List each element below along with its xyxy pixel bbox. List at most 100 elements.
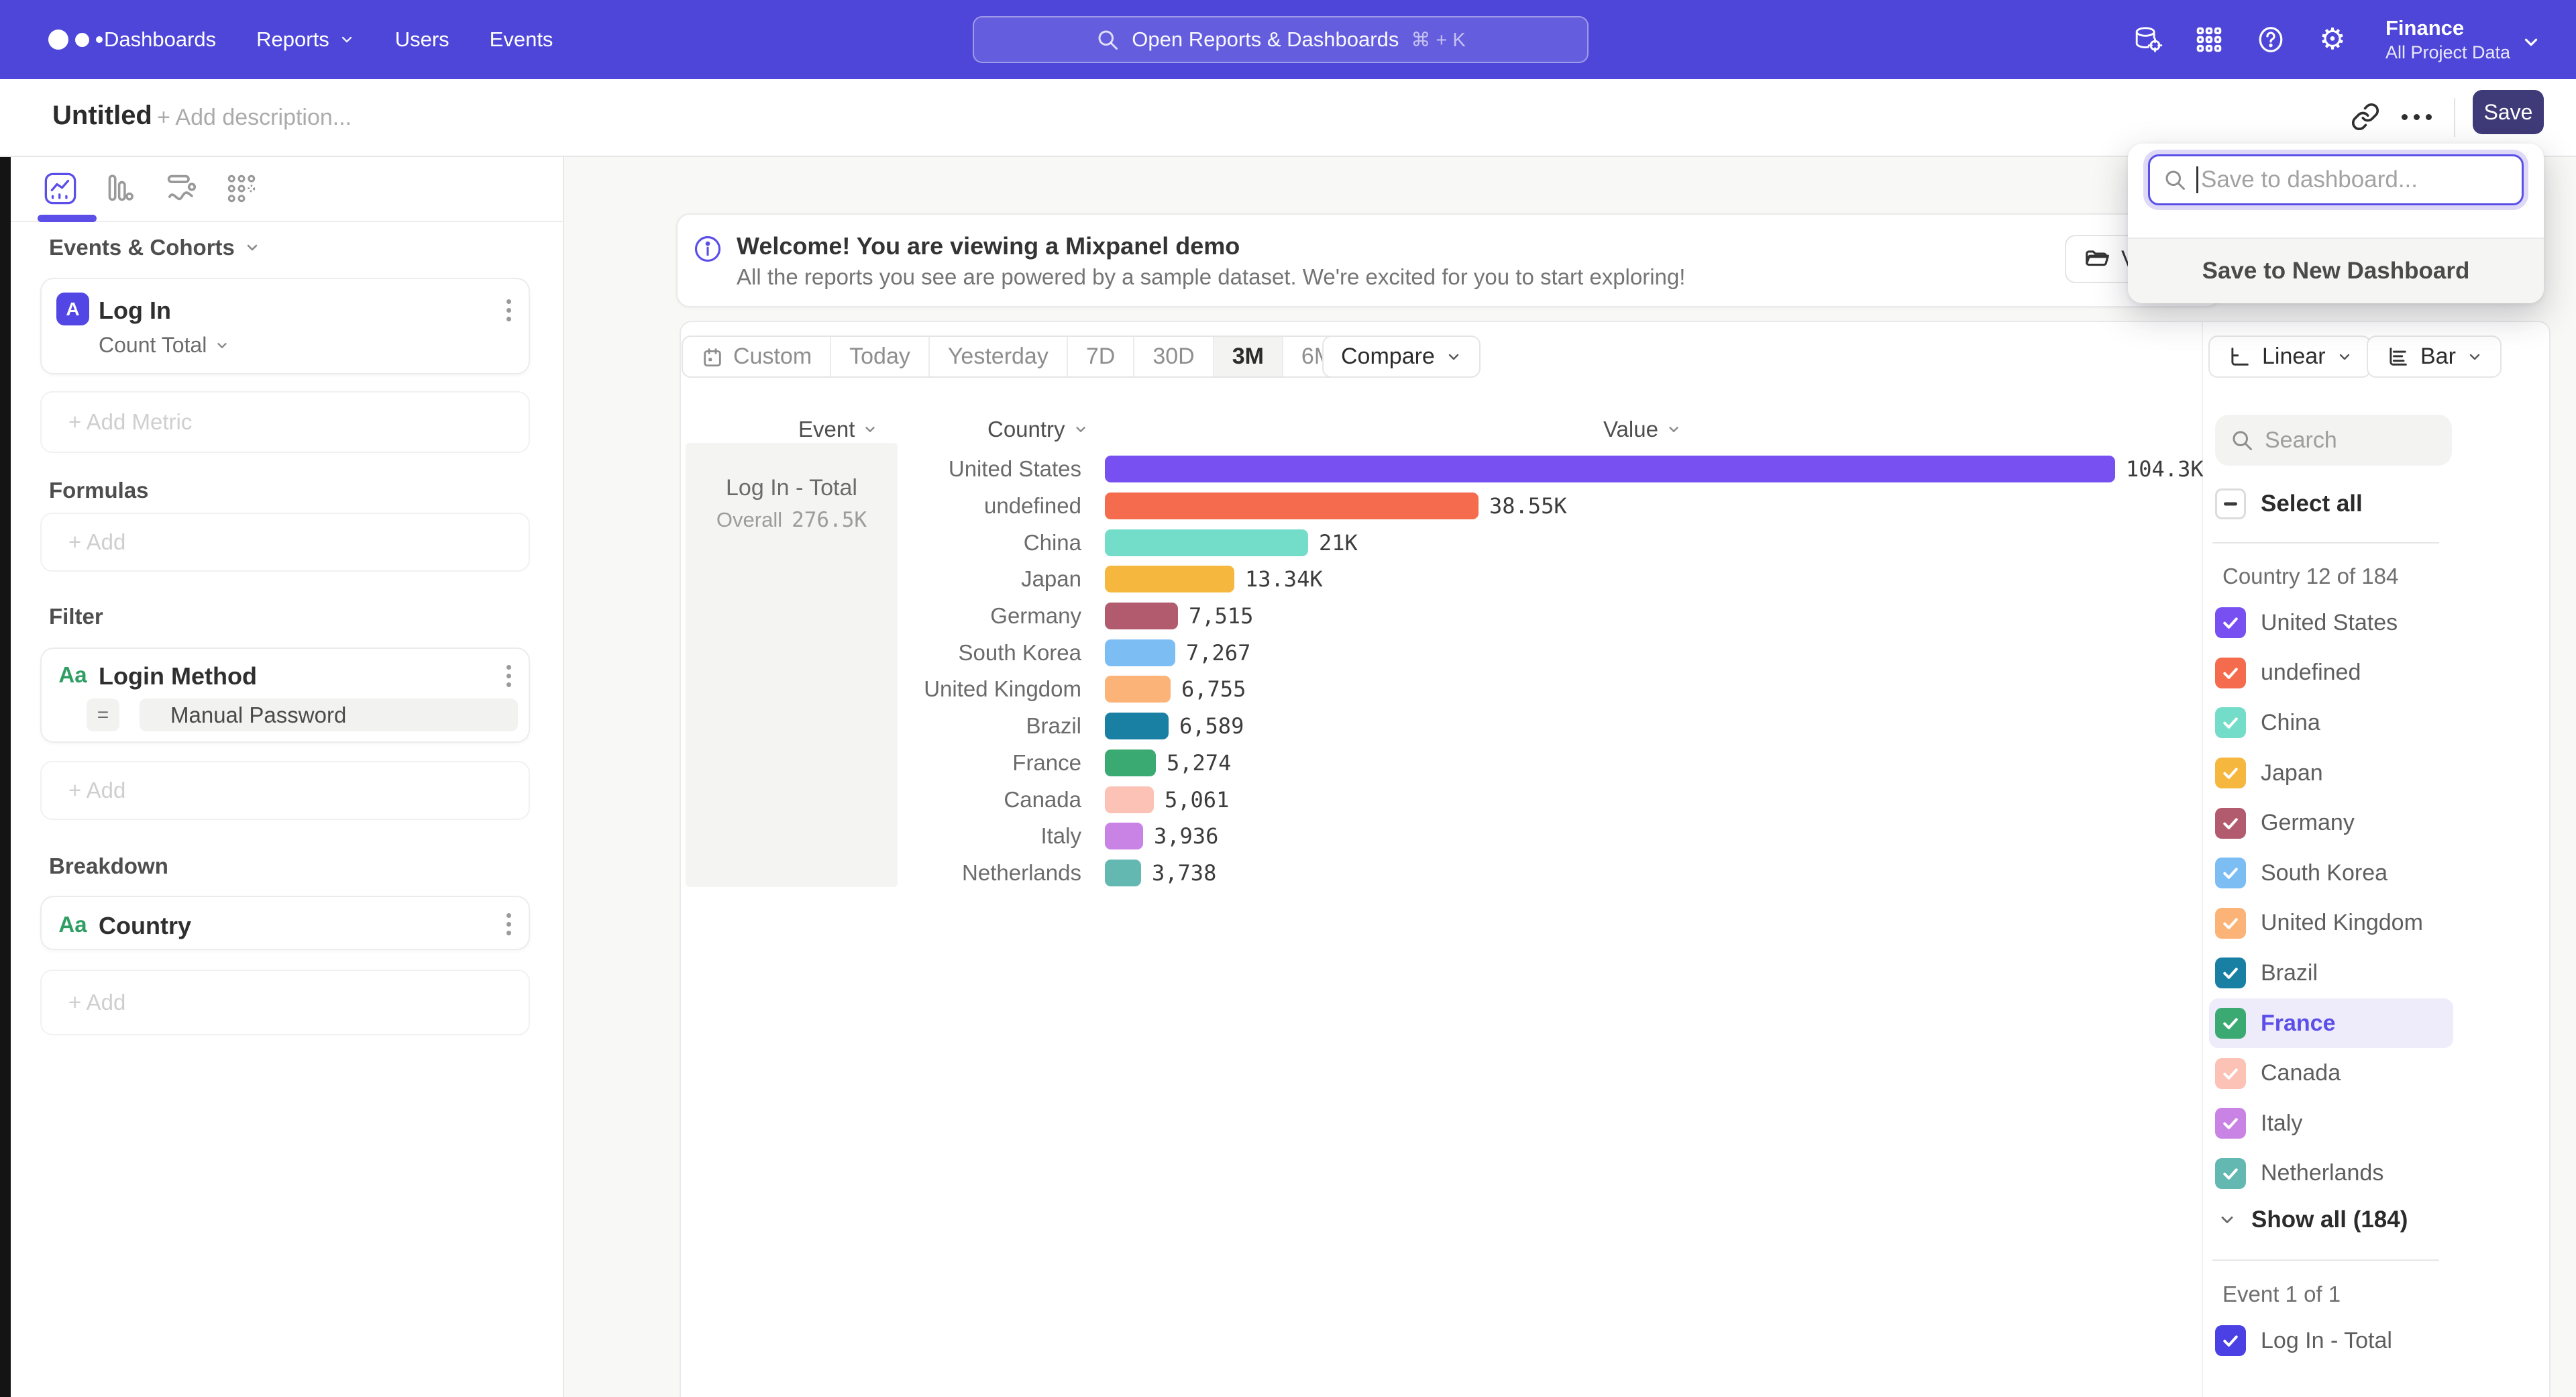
country-checkbox-row[interactable]: Canada xyxy=(2209,1048,2453,1098)
country-checkbox-row[interactable]: China xyxy=(2209,698,2453,748)
global-search-bar[interactable]: Open Reports & Dashboards ⌘ + K xyxy=(973,16,1589,63)
date-range-segment[interactable]: 30D xyxy=(1134,337,1214,376)
checkbox-checked[interactable] xyxy=(2215,1325,2246,1356)
bar-value-label: 13.34K xyxy=(1245,566,1323,592)
breakdown-kebab-icon[interactable] xyxy=(506,913,511,935)
apps-grid-icon[interactable] xyxy=(2194,24,2224,55)
select-all-row[interactable]: Select all xyxy=(2215,488,2363,519)
metric-kebab-icon[interactable] xyxy=(506,299,511,321)
chart-type-dropdown[interactable]: Bar xyxy=(2367,335,2502,378)
nav-menu-item[interactable]: Dashboards xyxy=(104,28,216,52)
filter-value-dropdown[interactable]: Manual Password xyxy=(140,698,518,731)
checkbox-checked[interactable] xyxy=(2215,858,2246,888)
country-checkbox-row[interactable]: Brazil xyxy=(2209,948,2453,998)
tab-insights[interactable] xyxy=(38,166,83,211)
mixpanel-logo-icon[interactable] xyxy=(48,0,103,79)
country-checkbox-row[interactable]: Italy xyxy=(2209,1098,2453,1149)
filter-card-login-method[interactable]: Aa Login Method = Manual Password xyxy=(40,648,530,743)
checkbox-checked[interactable] xyxy=(2215,1008,2246,1039)
column-header-country[interactable]: Country xyxy=(987,417,1088,442)
date-range-segment[interactable]: Custom xyxy=(683,337,831,376)
checkbox-checked[interactable] xyxy=(2215,1108,2246,1139)
bar[interactable] xyxy=(1105,786,1154,813)
country-checkbox-row[interactable]: South Korea xyxy=(2209,848,2453,898)
checkbox-checked[interactable] xyxy=(2215,808,2246,839)
add-metric-button[interactable]: + Add Metric xyxy=(40,391,530,453)
project-subtitle: All Project Data xyxy=(2385,42,2510,63)
more-actions-button[interactable] xyxy=(2399,99,2434,134)
checkbox-checked[interactable] xyxy=(2215,707,2246,738)
bar[interactable] xyxy=(1105,860,1141,886)
settings-gear-icon[interactable]: ⚙ xyxy=(2317,24,2348,55)
active-tab-underline xyxy=(38,215,97,222)
event-count-label: Event 1 of 1 xyxy=(2222,1282,2341,1307)
events-cohorts-header[interactable]: Events & Cohorts xyxy=(49,235,260,260)
dashboard-search-input[interactable] xyxy=(2148,154,2524,205)
column-header-value[interactable]: Value xyxy=(1603,417,1681,442)
checkbox-checked[interactable] xyxy=(2215,1058,2246,1089)
column-header-event[interactable]: Event xyxy=(798,417,877,442)
bar-category-label: Italy xyxy=(898,823,1081,849)
bar[interactable] xyxy=(1105,566,1234,592)
filter-property-name[interactable]: Login Method xyxy=(99,662,257,690)
add-breakdown-button[interactable]: + Add xyxy=(40,970,530,1035)
data-management-icon[interactable] xyxy=(2132,24,2163,55)
bar-value-label: 7,267 xyxy=(1186,640,1250,666)
add-formula-button[interactable]: + Add xyxy=(40,513,530,572)
country-checkbox-row[interactable]: undefined xyxy=(2209,648,2453,698)
country-checkbox-row[interactable]: Japan xyxy=(2209,748,2453,798)
nav-menu-item[interactable]: Reports xyxy=(256,28,355,52)
event-checkbox-row[interactable]: Log In - Total xyxy=(2209,1316,2453,1366)
country-checkbox-row[interactable]: Germany xyxy=(2209,798,2453,848)
value-scale-dropdown[interactable]: Linear xyxy=(2208,335,2371,378)
save-to-new-dashboard-button[interactable]: Save to New Dashboard xyxy=(2128,238,2544,303)
checkbox-checked[interactable] xyxy=(2215,958,2246,988)
checkbox-checked[interactable] xyxy=(2215,607,2246,638)
nav-menu-item[interactable]: Events xyxy=(490,28,553,52)
filter-operator-dropdown[interactable]: = xyxy=(87,698,119,731)
checkbox-checked[interactable] xyxy=(2215,758,2246,788)
country-checkbox-row[interactable]: France xyxy=(2209,998,2453,1049)
help-icon[interactable] xyxy=(2255,24,2286,55)
checkbox-checked[interactable] xyxy=(2215,1158,2246,1189)
tab-retention[interactable] xyxy=(219,166,264,211)
breakdown-card-country[interactable]: Aa Country xyxy=(40,896,530,950)
bar[interactable] xyxy=(1105,529,1308,556)
bar[interactable] xyxy=(1105,713,1169,739)
breakdown-property-name[interactable]: Country xyxy=(99,912,191,940)
checkbox-checked[interactable] xyxy=(2215,658,2246,688)
bar[interactable] xyxy=(1105,639,1175,666)
country-checkbox-row[interactable]: United States xyxy=(2209,598,2453,648)
show-all-toggle[interactable]: Show all (184) xyxy=(2218,1206,2408,1233)
date-range-segment[interactable]: 3M xyxy=(1214,337,1283,376)
date-range-segment[interactable]: Yesterday xyxy=(930,337,1068,376)
metric-aggregation-dropdown[interactable]: Count Total xyxy=(99,333,229,358)
filter-kebab-icon[interactable] xyxy=(506,665,511,687)
select-all-checkbox-indeterminate[interactable] xyxy=(2215,488,2246,519)
country-checkbox-row[interactable]: United Kingdom xyxy=(2209,898,2453,949)
country-checkbox-row[interactable]: Netherlands xyxy=(2209,1149,2453,1199)
nav-menu-item[interactable]: Users xyxy=(395,28,449,52)
checkbox-checked[interactable] xyxy=(2215,908,2246,939)
copy-link-icon[interactable] xyxy=(2348,99,2383,134)
tab-flows[interactable] xyxy=(159,166,203,211)
bar[interactable] xyxy=(1105,456,2115,482)
bar[interactable] xyxy=(1105,493,1479,519)
project-switcher[interactable]: Finance All Project Data xyxy=(2385,16,2510,63)
add-filter-button[interactable]: + Add xyxy=(40,761,530,820)
bar[interactable] xyxy=(1105,603,1178,629)
metric-name[interactable]: Log In xyxy=(99,297,171,325)
compare-button[interactable]: Compare xyxy=(1322,335,1481,378)
country-count-label: Country 12 of 184 xyxy=(2222,564,2398,589)
bar[interactable] xyxy=(1105,823,1143,849)
project-chevron-down-icon[interactable] xyxy=(2521,32,2541,56)
report-title[interactable]: Untitled xyxy=(52,101,152,131)
date-range-segment[interactable]: 7D xyxy=(1068,337,1134,376)
tab-funnels[interactable] xyxy=(99,166,143,211)
add-description-placeholder[interactable]: + Add description... xyxy=(157,105,352,131)
bar[interactable] xyxy=(1105,749,1156,776)
save-button[interactable]: Save xyxy=(2473,90,2544,134)
metric-card-log-in[interactable]: A Log In Count Total xyxy=(40,278,530,374)
bar[interactable] xyxy=(1105,676,1171,703)
date-range-segment[interactable]: Today xyxy=(831,337,930,376)
